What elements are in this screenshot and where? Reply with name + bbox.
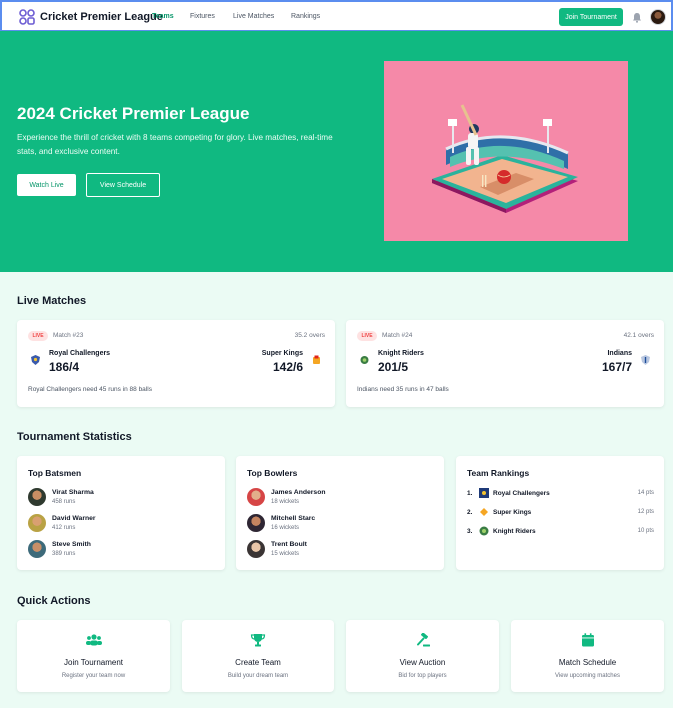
super-kings-icon: [480, 508, 488, 516]
hero-subtitle: Experience the thrill of cricket with 8 …: [17, 133, 333, 156]
hero-title: 2024 Cricket Premier League: [17, 104, 250, 123]
team-name[interactable]: Knight Riders: [493, 528, 536, 535]
live-badge: LIVE: [357, 331, 377, 341]
match-status: Royal Challengers need 45 runs in 88 bal…: [28, 386, 152, 393]
team1-score: 186/4: [49, 360, 80, 374]
trophy-icon: [250, 634, 266, 647]
super-kings-icon: [313, 355, 320, 364]
quick-actions-title: Quick Actions: [17, 595, 91, 607]
join-tournament-button[interactable]: Join Tournament: [559, 8, 623, 26]
player-name[interactable]: Trent Boult: [271, 541, 307, 548]
indians-icon: [641, 355, 650, 365]
action-subtitle: Register your team now: [61, 673, 126, 679]
top-bowlers-title: Top Bowlers: [247, 468, 298, 478]
player-avatar: [28, 488, 46, 506]
player-name[interactable]: Steve Smith: [52, 541, 91, 548]
nav-link-fixtures[interactable]: Fixtures: [190, 13, 215, 20]
match-card[interactable]: LIVE Match #24 42.1 overs Knight Riders …: [346, 320, 664, 407]
calendar-icon: [581, 633, 594, 647]
overs-count: 35.2 overs: [294, 332, 325, 339]
top-batsmen-card: Top Batsmen Virat Sharma 458 runs David …: [17, 456, 225, 570]
hero-section: 2024 Cricket Premier League Experience t…: [0, 31, 673, 272]
users-icon: [85, 634, 102, 646]
nav-link-live-matches[interactable]: Live Matches: [233, 13, 274, 20]
player-avatar: [247, 514, 265, 532]
player-wickets: 15 wickets: [271, 551, 300, 557]
player-avatar: [247, 488, 265, 506]
action-title: Create Team: [235, 658, 281, 667]
action-subtitle: Build your dream team: [227, 673, 289, 679]
team2-name: Super Kings: [261, 350, 303, 357]
team1-name: Royal Challengers: [49, 350, 111, 357]
team1-score: 201/5: [378, 360, 409, 374]
view-auction-action[interactable]: View Auction Bid for top players: [346, 620, 499, 692]
player-runs: 389 runs: [52, 551, 76, 557]
match-number: Match #24: [382, 332, 413, 339]
team2-score: 167/7: [601, 360, 632, 374]
live-matches-title: Live Matches: [17, 295, 87, 307]
team2-score: 142/6: [272, 360, 303, 374]
logo-icon[interactable]: [18, 8, 36, 26]
player-avatar: [247, 540, 265, 558]
tournament-statistics-title: Tournament Statistics: [17, 431, 132, 443]
team-rankings-card: Team Rankings 1. Royal Challengers 14 pt…: [456, 456, 664, 570]
top-bowlers-card: Top Bowlers James Anderson 18 wickets Mi…: [236, 456, 444, 570]
action-title: Match Schedule: [558, 658, 617, 667]
royal-challengers-icon: [479, 488, 489, 498]
join-tournament-action[interactable]: Join Tournament Register your team now: [17, 620, 170, 692]
player-runs: 412 runs: [52, 525, 76, 531]
action-title: View Auction: [399, 658, 446, 667]
team-points: 14 pts: [637, 490, 654, 496]
player-name[interactable]: Mitchell Starc: [271, 515, 315, 522]
rank-number: 3.: [467, 528, 473, 535]
rank-number: 1.: [467, 490, 473, 497]
user-avatar[interactable]: [650, 9, 666, 25]
royal-challengers-icon: [31, 355, 40, 365]
top-navbar: Cricket Premier League Teams Fixtures Li…: [0, 0, 673, 32]
gavel-icon: [416, 633, 430, 647]
player-wickets: 18 wickets: [271, 499, 300, 505]
rank-number: 2.: [467, 509, 473, 516]
watch-live-button[interactable]: Watch Live: [17, 174, 76, 196]
player-name[interactable]: James Anderson: [271, 489, 326, 496]
player-avatar: [28, 540, 46, 558]
player-runs: 458 runs: [52, 499, 76, 505]
knight-riders-icon: [360, 356, 369, 364]
knight-riders-icon: [479, 526, 489, 536]
create-team-action[interactable]: Create Team Build your dream team: [182, 620, 334, 692]
match-card[interactable]: LIVE Match #23 35.2 overs Royal Challeng…: [17, 320, 335, 407]
team-points: 12 pts: [637, 509, 654, 515]
team1-name: Knight Riders: [378, 350, 424, 357]
brand-name[interactable]: Cricket Premier League: [40, 11, 163, 23]
action-title: Join Tournament: [64, 658, 123, 667]
bell-icon[interactable]: [632, 12, 642, 23]
team2-name: Indians: [607, 350, 632, 357]
cricket-stadium-illustration: [432, 104, 578, 213]
team-name[interactable]: Super Kings: [493, 509, 531, 516]
player-name[interactable]: David Warner: [52, 515, 96, 522]
match-schedule-action[interactable]: Match Schedule View upcoming matches: [511, 620, 664, 692]
action-subtitle: Bid for top players: [398, 673, 447, 679]
nav-link-teams[interactable]: Teams: [152, 13, 174, 20]
match-status: Indians need 35 runs in 47 balls: [357, 386, 449, 393]
player-name[interactable]: Virat Sharma: [52, 489, 94, 496]
team-name[interactable]: Royal Challengers: [493, 490, 550, 497]
overs-count: 42.1 overs: [623, 332, 654, 339]
top-batsmen-title: Top Batsmen: [28, 468, 82, 478]
action-subtitle: View upcoming matches: [555, 673, 620, 679]
view-schedule-button[interactable]: View Schedule: [86, 173, 160, 197]
team-rankings-title: Team Rankings: [467, 468, 530, 478]
hero-illustration: [384, 61, 628, 241]
nav-link-rankings[interactable]: Rankings: [291, 13, 320, 20]
player-avatar: [28, 514, 46, 532]
live-badge: LIVE: [28, 331, 48, 341]
match-number: Match #23: [53, 332, 84, 339]
player-wickets: 16 wickets: [271, 525, 300, 531]
team-points: 10 pts: [637, 528, 654, 534]
